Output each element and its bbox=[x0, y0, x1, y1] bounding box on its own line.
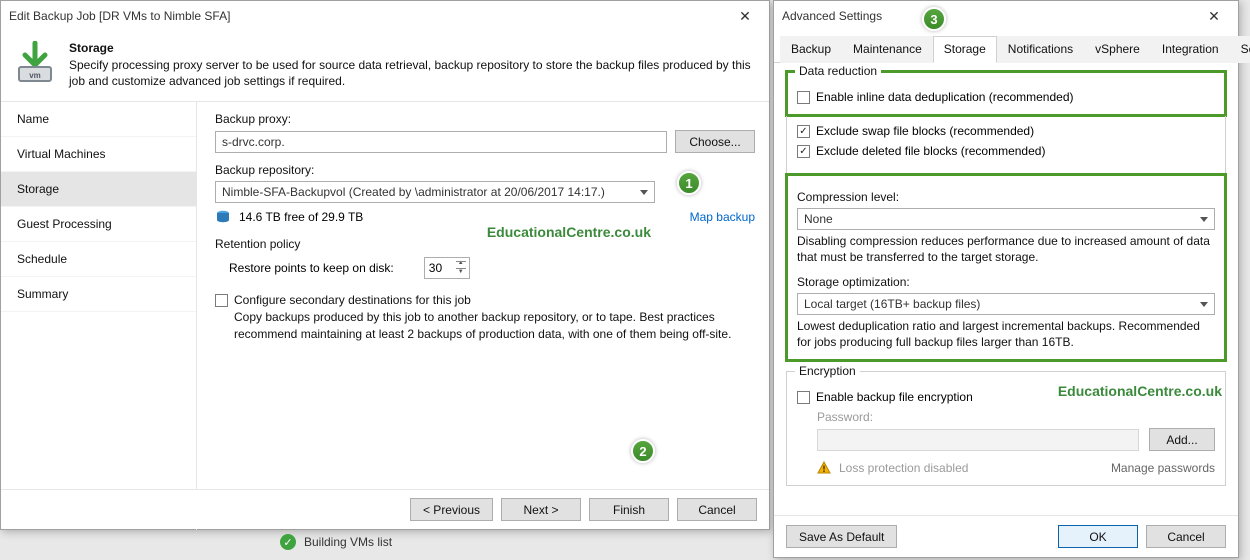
add-password-button[interactable]: Add... bbox=[1149, 428, 1215, 451]
close-icon[interactable]: ✕ bbox=[725, 5, 765, 27]
cancel-button[interactable]: Cancel bbox=[677, 498, 757, 521]
checkbox-icon bbox=[797, 125, 810, 138]
checkbox-icon bbox=[215, 294, 228, 307]
ok-button[interactable]: OK bbox=[1058, 525, 1138, 548]
retention-label: Retention policy bbox=[215, 237, 755, 251]
advanced-settings-dialog: Advanced Settings ✕ Backup Maintenance S… bbox=[773, 0, 1239, 558]
checkbox-icon bbox=[797, 391, 810, 404]
adv-footer: Save As Default OK Cancel bbox=[774, 515, 1238, 557]
data-reduction-top: Data reduction Enable inline data dedupl… bbox=[786, 71, 1226, 116]
status-strip: ✓ Building VMs list bbox=[280, 528, 392, 556]
wizard-footer: < Previous Next > Finish Cancel bbox=[1, 489, 769, 529]
tab-backup[interactable]: Backup bbox=[780, 36, 842, 63]
manage-passwords-link[interactable]: Manage passwords bbox=[1111, 461, 1215, 475]
compression-help: Disabling compression reduces performanc… bbox=[797, 234, 1215, 265]
next-button[interactable]: Next > bbox=[501, 498, 581, 521]
backup-proxy-label: Backup proxy: bbox=[215, 112, 755, 126]
secondary-destinations-checkbox[interactable]: Configure secondary destinations for thi… bbox=[215, 293, 755, 341]
adv-cancel-button[interactable]: Cancel bbox=[1146, 525, 1226, 548]
svg-text:vm: vm bbox=[29, 71, 41, 80]
tab-maintenance[interactable]: Maintenance bbox=[842, 36, 933, 63]
secondary-destinations-label: Configure secondary destinations for thi… bbox=[234, 293, 755, 307]
callout-2: 2 bbox=[631, 439, 655, 463]
callout-1: 1 bbox=[677, 171, 701, 195]
status-text: Building VMs list bbox=[304, 535, 392, 549]
save-default-button[interactable]: Save As Default bbox=[786, 525, 897, 548]
wizard-nav: Name Virtual Machines Storage Guest Proc… bbox=[1, 102, 197, 530]
map-backup-link[interactable]: Map backup bbox=[690, 210, 755, 224]
restore-points-stepper[interactable]: 30 ▲▼ bbox=[424, 257, 470, 279]
storage-opt-select[interactable]: Local target (16TB+ backup files) bbox=[797, 293, 1215, 315]
adv-tabs: Backup Maintenance Storage Notifications… bbox=[774, 31, 1238, 63]
main-header: vm Storage Specify processing proxy serv… bbox=[1, 31, 769, 102]
watermark: EducationalCentre.co.uk bbox=[487, 224, 651, 240]
previous-button[interactable]: < Previous bbox=[410, 498, 493, 521]
backup-repo-label: Backup repository: bbox=[215, 163, 755, 177]
nav-schedule[interactable]: Schedule bbox=[1, 242, 196, 277]
swap-checkbox[interactable]: Exclude swap file blocks (recommended) bbox=[797, 124, 1215, 138]
close-icon[interactable]: ✕ bbox=[1194, 5, 1234, 27]
secondary-destinations-desc: Copy backups produced by this job to ano… bbox=[234, 309, 755, 341]
compression-label: Compression level: bbox=[797, 190, 1215, 204]
loss-protection-text: Loss protection disabled bbox=[839, 461, 968, 475]
disk-icon bbox=[215, 209, 231, 225]
restore-points-label: Restore points to keep on disk: bbox=[229, 261, 394, 275]
checkbox-icon bbox=[797, 91, 810, 104]
page-subheading: Specify processing proxy server to be us… bbox=[69, 57, 757, 89]
tab-vsphere[interactable]: vSphere bbox=[1084, 36, 1151, 63]
finish-button[interactable]: Finish bbox=[589, 498, 669, 521]
callout-3: 3 bbox=[922, 7, 946, 31]
watermark: EducationalCentre.co.uk bbox=[1058, 383, 1222, 399]
restore-points-value: 30 bbox=[429, 261, 442, 275]
deleted-checkbox[interactable]: Exclude deleted file blocks (recommended… bbox=[797, 144, 1215, 158]
backup-proxy-input[interactable]: s-drvc.corp. bbox=[215, 131, 667, 153]
tab-storage[interactable]: Storage bbox=[933, 36, 997, 63]
tab-integration[interactable]: Integration bbox=[1151, 36, 1230, 63]
password-select bbox=[817, 429, 1139, 451]
encryption-legend: Encryption bbox=[795, 364, 860, 378]
choose-proxy-button[interactable]: Choose... bbox=[675, 130, 755, 153]
storage-opt-label: Storage optimization: bbox=[797, 275, 1215, 289]
password-label: Password: bbox=[817, 410, 1215, 424]
storage-pane: Backup proxy: s-drvc.corp. Choose... Bac… bbox=[197, 102, 769, 530]
tab-scripts[interactable]: Scripts bbox=[1230, 36, 1250, 63]
nav-name[interactable]: Name bbox=[1, 102, 196, 137]
encryption-label: Enable backup file encryption bbox=[816, 390, 973, 404]
dedup-checkbox[interactable]: Enable inline data deduplication (recomm… bbox=[797, 90, 1215, 104]
storage-icon: vm bbox=[13, 41, 57, 85]
main-titlebar: Edit Backup Job [DR VMs to Nimble SFA] ✕ bbox=[1, 1, 769, 31]
checkbox-icon bbox=[797, 145, 810, 158]
swap-label: Exclude swap file blocks (recommended) bbox=[816, 124, 1034, 138]
warning-icon bbox=[817, 461, 831, 475]
free-space-text: 14.6 TB free of 29.9 TB bbox=[239, 210, 363, 224]
tab-notifications[interactable]: Notifications bbox=[997, 36, 1084, 63]
main-title: Edit Backup Job [DR VMs to Nimble SFA] bbox=[9, 9, 230, 23]
nav-summary[interactable]: Summary bbox=[1, 277, 196, 312]
storage-opt-help: Lowest deduplication ratio and largest i… bbox=[797, 319, 1215, 350]
nav-virtual-machines[interactable]: Virtual Machines bbox=[1, 137, 196, 172]
dedup-label: Enable inline data deduplication (recomm… bbox=[816, 90, 1074, 104]
nav-storage[interactable]: Storage bbox=[1, 172, 196, 207]
adv-titlebar: Advanced Settings ✕ bbox=[774, 1, 1238, 31]
page-heading: Storage bbox=[69, 41, 757, 55]
data-reduction-legend: Data reduction bbox=[795, 64, 881, 78]
storage-tab-panel: Data reduction Enable inline data dedupl… bbox=[774, 63, 1238, 504]
deleted-label: Exclude deleted file blocks (recommended… bbox=[816, 144, 1045, 158]
adv-title: Advanced Settings bbox=[782, 9, 882, 23]
data-reduction-bottom: Compression level: None Disabling compre… bbox=[786, 174, 1226, 361]
edit-backup-job-dialog: Edit Backup Job [DR VMs to Nimble SFA] ✕… bbox=[0, 0, 770, 530]
data-reduction-mid: Exclude swap file blocks (recommended) E… bbox=[786, 116, 1226, 174]
compression-select[interactable]: None bbox=[797, 208, 1215, 230]
success-icon: ✓ bbox=[280, 534, 296, 550]
main-header-text: Storage Specify processing proxy server … bbox=[69, 41, 757, 89]
backup-repo-select[interactable]: Nimble-SFA-Backupvol (Created by \admini… bbox=[215, 181, 655, 203]
nav-guest-processing[interactable]: Guest Processing bbox=[1, 207, 196, 242]
